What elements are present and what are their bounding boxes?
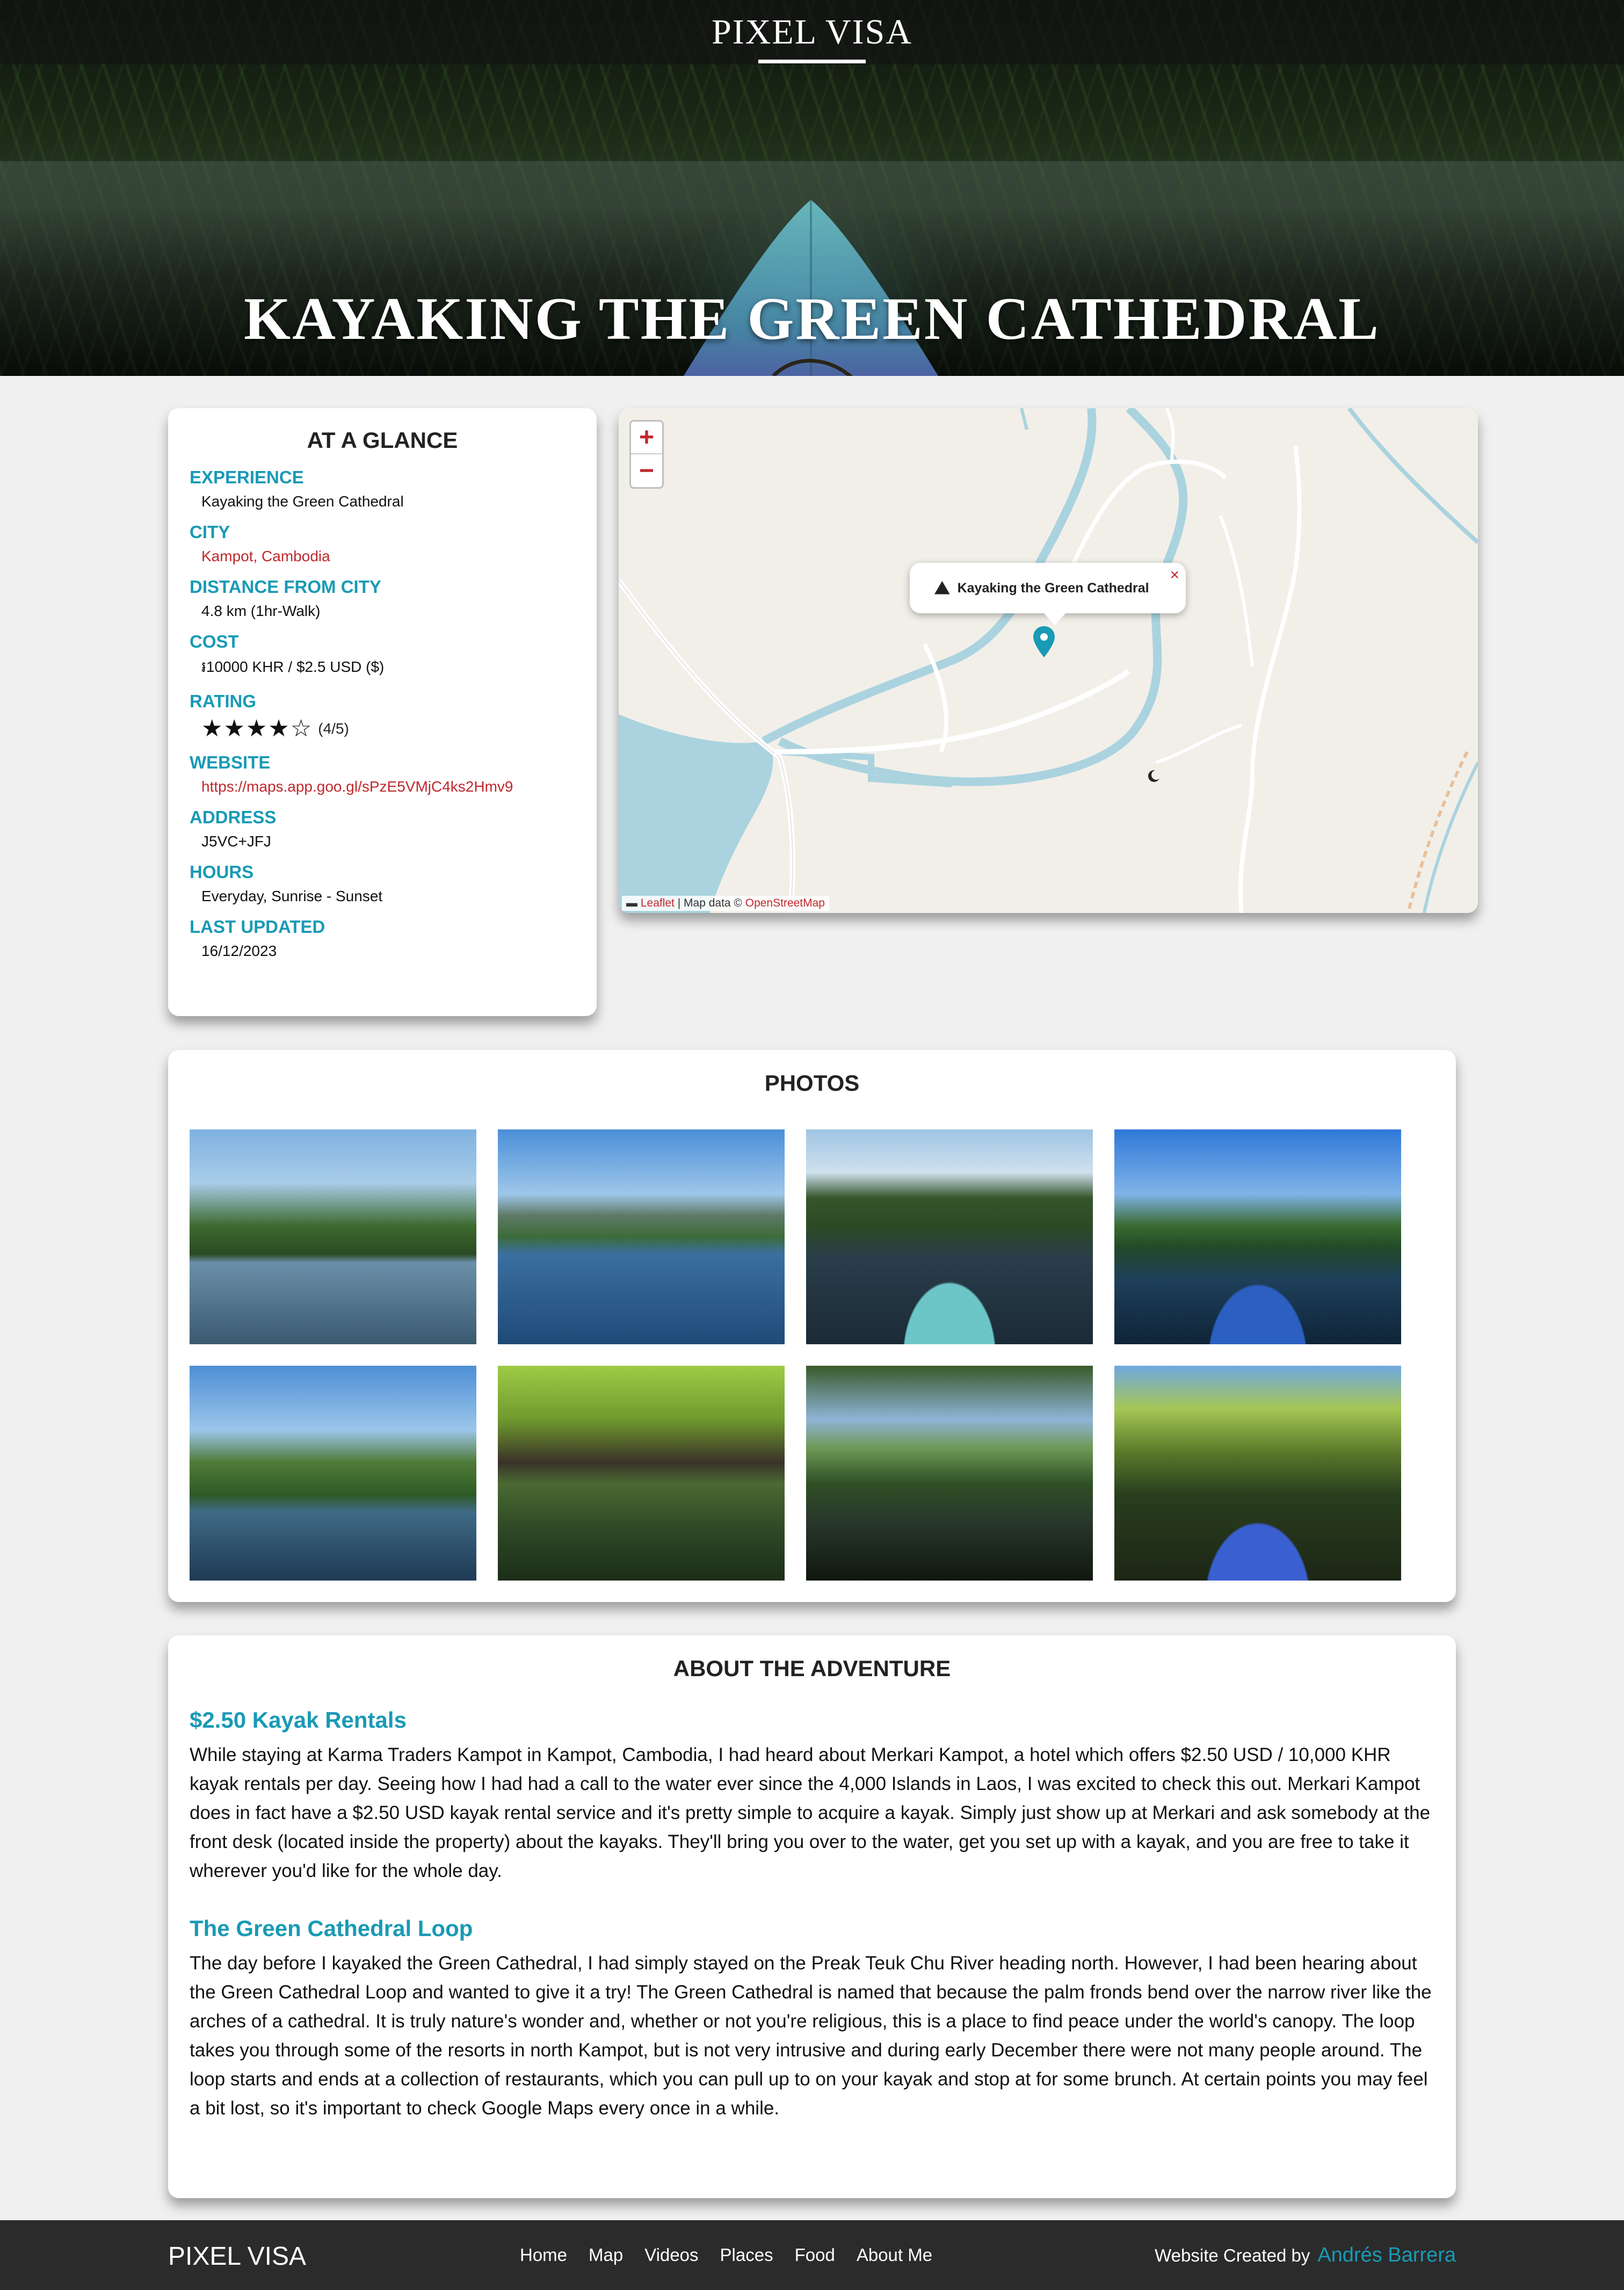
- location-map[interactable]: + − ⛰ Kayaking the Green Cathedral × ▬ L…: [619, 408, 1478, 913]
- attribution-text: | Map data ©: [674, 897, 745, 909]
- rating-stars: ★ ★ ★ ★ ☆ (4/5): [201, 717, 575, 741]
- zoom-out-button[interactable]: −: [631, 454, 662, 487]
- at-a-glance-card: AT A GLANCE EXPERIENCE Kayaking the Gree…: [168, 408, 597, 1016]
- footer-credit: Website Created by Andrés Barrera: [1155, 2244, 1456, 2267]
- cost-label: COST: [190, 632, 239, 651]
- star-filled-icon: ★: [268, 715, 289, 742]
- experience-label: EXPERIENCE: [190, 467, 304, 487]
- credit-text: Website Created by: [1155, 2245, 1310, 2265]
- photos-heading: PHOTOS: [764, 1070, 860, 1096]
- top-navbar: PIXEL VISA: [0, 0, 1624, 64]
- distance-value: 4.8 km (1hr-Walk): [201, 603, 321, 619]
- photo-kayak-paddle[interactable]: [1114, 1366, 1401, 1581]
- star-empty-icon: ☆: [290, 715, 312, 742]
- footer-link-about-me[interactable]: About Me: [857, 2245, 932, 2265]
- star-filled-icon: ★: [223, 715, 245, 742]
- hours-label: HOURS: [190, 862, 254, 882]
- experience-value: Kayaking the Green Cathedral: [201, 493, 404, 510]
- city-link[interactable]: Kampot, Cambodia: [201, 548, 575, 565]
- address-value: J5VC+JFJ: [201, 833, 271, 850]
- footer-link-videos[interactable]: Videos: [644, 2245, 698, 2265]
- footer-nav: Home Map Videos Places Food About Me: [520, 2245, 932, 2265]
- footer-link-home[interactable]: Home: [520, 2245, 567, 2265]
- footer-link-places[interactable]: Places: [720, 2245, 773, 2265]
- photo-river-bridge[interactable]: [190, 1129, 476, 1344]
- hiking-icon: ⛰: [934, 577, 950, 598]
- map-zoom-control: + −: [629, 420, 664, 489]
- photo-kayak-bow-still-water[interactable]: [806, 1129, 1093, 1344]
- author-link[interactable]: Andrés Barrera: [1317, 2244, 1456, 2266]
- photo-river-hut-mountains[interactable]: [498, 1129, 785, 1344]
- star-filled-icon: ★: [201, 715, 223, 742]
- photo-river-jungle[interactable]: [806, 1366, 1093, 1581]
- map-attribution: ▬ Leaflet | Map data © OpenStreetMap: [622, 896, 829, 911]
- leaflet-flag-icon: ▬: [626, 897, 637, 909]
- footer-logo[interactable]: PIXEL VISA: [168, 2242, 306, 2271]
- zoom-in-button[interactable]: +: [631, 422, 662, 454]
- about-card: ABOUT THE ADVENTURE $2.50 Kayak Rentals …: [168, 1635, 1456, 2198]
- address-label: ADDRESS: [190, 807, 277, 827]
- section-title-loop: The Green Cathedral Loop: [190, 1916, 473, 1941]
- hero-banner: PIXEL VISA KAYAKING THE GREEN CATHEDRAL: [0, 0, 1624, 376]
- glance-heading: AT A GLANCE: [307, 427, 458, 453]
- map-popup: ⛰ Kayaking the Green Cathedral ×: [910, 563, 1186, 625]
- site-footer: PIXEL VISA Home Map Videos Places Food A…: [0, 2220, 1624, 2290]
- section-title-rentals: $2.50 Kayak Rentals: [190, 1707, 407, 1733]
- about-heading: ABOUT THE ADVENTURE: [673, 1656, 951, 1681]
- city-label: CITY: [190, 522, 230, 542]
- last-updated-value: 16/12/2023: [201, 943, 277, 959]
- map-marker-icon[interactable]: [1032, 625, 1056, 658]
- hours-value: Everyday, Sunrise - Sunset: [201, 888, 383, 904]
- osm-link[interactable]: OpenStreetMap: [745, 897, 825, 909]
- website-link[interactable]: https://maps.app.goo.gl/sPzE5VMjC4ks2Hmv…: [201, 778, 575, 795]
- photo-grid: [190, 1129, 1401, 1581]
- poi-icon: [1148, 770, 1161, 782]
- last-updated-label: LAST UPDATED: [190, 917, 325, 937]
- section-body-loop: The day before I kayaked the Green Cathe…: [190, 1953, 1432, 2119]
- photo-wooden-bridge[interactable]: [498, 1366, 785, 1581]
- cost-value: ៛10000 KHR / $2.5 USD ($): [201, 658, 385, 675]
- leaflet-link[interactable]: Leaflet: [641, 897, 675, 909]
- photo-sunken-boat-palm[interactable]: [190, 1366, 476, 1581]
- footer-link-map[interactable]: Map: [589, 2245, 623, 2265]
- map-tiles[interactable]: [619, 408, 1478, 913]
- popup-title: Kayaking the Green Cathedral: [957, 580, 1149, 596]
- website-label: WEBSITE: [190, 752, 271, 772]
- star-filled-icon: ★: [245, 715, 267, 742]
- photos-card: PHOTOS: [168, 1050, 1456, 1602]
- rating-text: (4/5): [318, 720, 349, 737]
- distance-label: DISTANCE FROM CITY: [190, 577, 381, 597]
- section-body-rentals: While staying at Karma Traders Kampot in…: [190, 1744, 1431, 1881]
- rating-label: RATING: [190, 691, 257, 711]
- photo-kayak-palms[interactable]: [1114, 1129, 1401, 1344]
- page-title: KAYAKING THE GREEN CATHEDRAL: [243, 286, 1381, 352]
- site-logo[interactable]: PIXEL VISA: [712, 12, 912, 53]
- footer-link-food[interactable]: Food: [795, 2245, 835, 2265]
- popup-close-button[interactable]: ×: [1170, 566, 1179, 584]
